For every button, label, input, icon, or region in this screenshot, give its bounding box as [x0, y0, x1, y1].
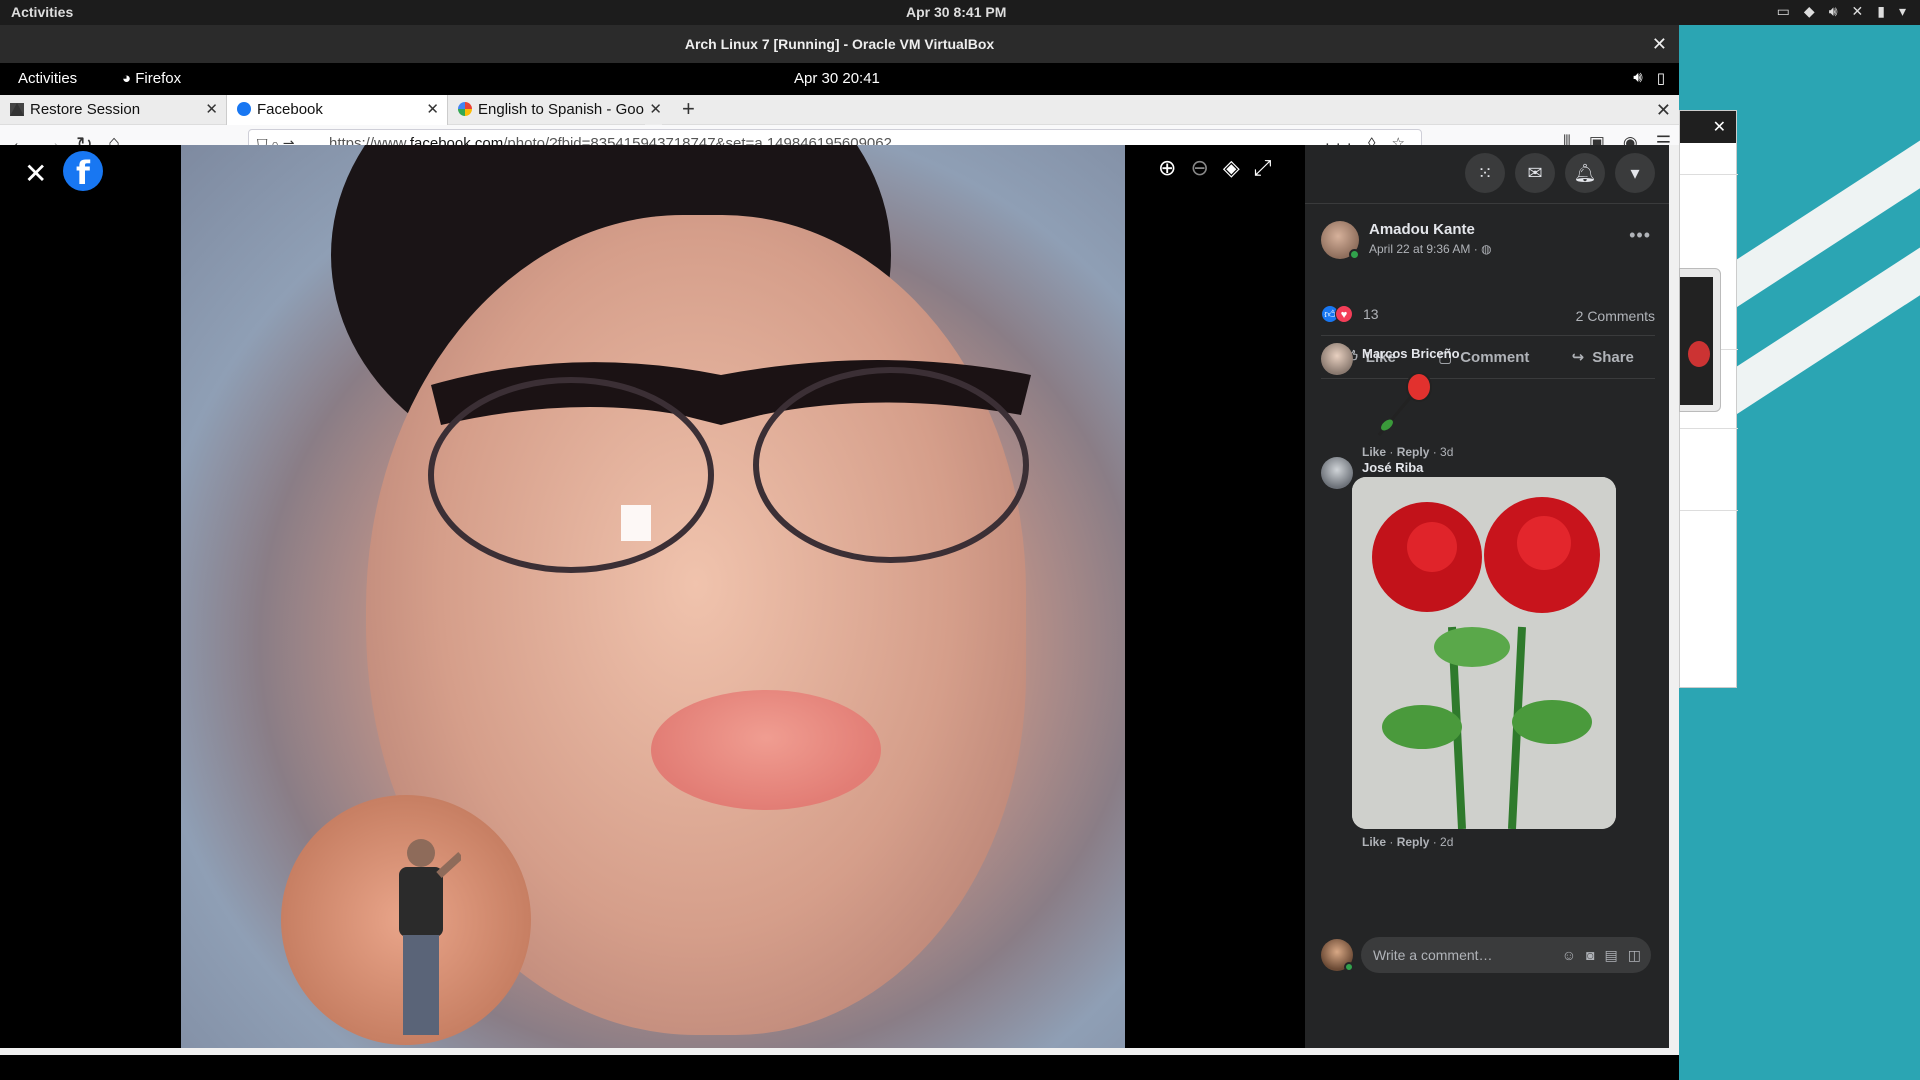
comment-meta: Like · Reply · 2d	[1362, 835, 1454, 849]
comment-count-link[interactable]: 2 Comments	[1576, 308, 1655, 324]
facebook-logo-icon[interactable]: f	[63, 151, 103, 192]
comment-reply-link[interactable]: Reply	[1397, 835, 1430, 849]
comment-input[interactable]: Write a comment… ☺ ◙ ▤ ◫	[1361, 937, 1651, 973]
close-icon[interactable]: ✕	[1713, 119, 1726, 136]
reaction-count: 13	[1363, 306, 1379, 322]
online-status-icon	[1349, 249, 1360, 260]
vbox-title: Arch Linux 7 [Running] - Oracle VM Virtu…	[684, 36, 995, 52]
sticker-icon[interactable]: ◫	[1628, 937, 1641, 973]
host-top-bar: Activities Apr 30 8:41 PM ▭ ◆ 🔊︎ ✕ ▮ ▾	[0, 0, 1920, 25]
host-system-tray[interactable]: ▭ ◆ 🔊︎ ✕ ▮ ▾	[1777, 3, 1906, 20]
post-side-panel: ⁙ ✉ 🔔︎ ▾ Amadou Kante April 22 at 9:36 A…	[1305, 145, 1669, 1048]
guest-activities-button[interactable]: Activities	[18, 70, 77, 87]
photo-person-overlay	[399, 839, 461, 1035]
online-status-icon	[1344, 962, 1354, 972]
vertical-scrollbar[interactable]	[1669, 145, 1679, 1048]
close-tab-icon[interactable]: ✕	[645, 95, 662, 125]
fullscreen-icon[interactable]: ⤢	[1254, 155, 1272, 181]
comment-author[interactable]: Marcos Briceño	[1362, 346, 1460, 361]
tab-label: Restore Session	[30, 101, 141, 118]
camera-icon[interactable]: ◙	[1586, 937, 1594, 973]
background-window-thumbnail	[1679, 268, 1721, 412]
warning-icon	[10, 103, 24, 116]
zoom-out-icon[interactable]: ⊖	[1190, 155, 1208, 181]
avatar[interactable]	[1321, 221, 1360, 260]
reaction-summary[interactable]: 👍︎ ♥ 13	[1321, 305, 1379, 323]
menu-arrow-icon: ▾	[1898, 3, 1906, 19]
post-timestamp[interactable]: April 22 at 9:36 AM · ◍	[1369, 242, 1492, 256]
comment-author[interactable]: José Riba	[1362, 460, 1423, 475]
tab-strip: Restore Session ✕ Facebook ✕ English to …	[0, 95, 1679, 125]
post-time-label: April 22 at 9:36 AM ·	[1369, 242, 1482, 256]
wifi-icon: ◆	[1803, 3, 1815, 19]
composer-tools: ☺ ◙ ▤ ◫	[1562, 937, 1641, 973]
photo-toolbar: ⊕ ⊖ ◈ ⤢	[1158, 155, 1271, 181]
divider	[1305, 203, 1669, 204]
rose-sticker	[1377, 373, 1432, 436]
notifications-icon[interactable]: 🔔︎	[1565, 153, 1605, 193]
love-reaction-icon: ♥	[1335, 305, 1353, 323]
battery-icon: ▯	[1656, 70, 1665, 87]
google-icon	[458, 102, 472, 116]
account-dropdown-icon[interactable]: ▾	[1615, 153, 1655, 193]
comment-time[interactable]: 2d	[1440, 835, 1453, 849]
guest-app-menu[interactable]: ◕ Firefox	[122, 70, 181, 87]
globe-icon: ◍	[1481, 242, 1492, 256]
tag-icon[interactable]: ◈	[1223, 155, 1240, 181]
messenger-icon[interactable]: ✉	[1515, 153, 1555, 193]
avatar[interactable]	[1321, 939, 1354, 972]
avatar[interactable]	[1321, 457, 1353, 489]
close-tab-icon[interactable]: ✕	[426, 95, 439, 125]
battery-icon: ▮	[1877, 3, 1885, 19]
vbox-titlebar: Arch Linux 7 [Running] - Oracle VM Virtu…	[0, 25, 1679, 63]
facebook-photo-viewer: ✕ f ⊕ ⊖ ◈ ⤢ ⁙ ✉ 🔔︎ ▾ Amadou Kante April …	[0, 145, 1669, 1048]
photo[interactable]	[181, 145, 1125, 1048]
guest-clock[interactable]: Apr 30 20:41	[794, 70, 880, 87]
host-activities-button[interactable]: Activities	[11, 4, 73, 20]
comment-item: Marcos Briceño Like · Reply · 3d	[1321, 343, 1655, 459]
close-icon[interactable]: ✕	[24, 157, 47, 190]
close-window-icon[interactable]: ✕	[1656, 95, 1671, 125]
mic-muted-icon: ✕	[1851, 3, 1864, 19]
comment-like-link[interactable]: Like	[1362, 835, 1386, 849]
post-options-button[interactable]: •••	[1629, 225, 1651, 246]
comment-input-placeholder: Write a comment…	[1373, 947, 1493, 963]
tab-translate[interactable]: English to Spanish - Goo ✕	[448, 95, 670, 125]
header-icons: ⁙ ✉ 🔔︎ ▾	[1465, 153, 1655, 193]
horizontal-scrollbar[interactable]	[0, 1048, 1679, 1055]
comment-composer: Write a comment… ☺ ◙ ▤ ◫	[1321, 937, 1655, 975]
firefox-icon: ◕	[122, 70, 136, 87]
menu-grid-icon[interactable]: ⁙	[1465, 153, 1505, 193]
zoom-in-icon[interactable]: ⊕	[1158, 155, 1176, 181]
guest-top-bar: Activities ◕ Firefox Apr 30 20:41 🔊︎ ▯	[0, 63, 1679, 95]
host-clock[interactable]: Apr 30 8:41 PM	[906, 4, 1006, 20]
avatar[interactable]	[1321, 343, 1353, 375]
photo-glasses	[428, 360, 1031, 573]
tab-facebook[interactable]: Facebook ✕	[226, 95, 448, 125]
tab-restore-session[interactable]: Restore Session ✕	[0, 95, 226, 125]
comment-image-roses[interactable]	[1352, 477, 1616, 829]
emoji-icon[interactable]: ☺	[1562, 937, 1576, 973]
guest-app-label: Firefox	[135, 70, 182, 87]
photo-lips	[651, 690, 881, 810]
guest-tray[interactable]: 🔊︎ ▯	[1633, 69, 1665, 87]
tab-label: English to Spanish - Goo	[478, 101, 644, 118]
post-author[interactable]: Amadou Kante	[1369, 221, 1475, 238]
volume-icon: 🔊︎	[1828, 3, 1838, 19]
gif-icon[interactable]: ▤	[1605, 937, 1618, 973]
volume-icon: 🔊︎	[1633, 69, 1643, 86]
tab-label: Facebook	[257, 101, 323, 118]
roses-graphic	[1352, 477, 1616, 829]
close-tab-icon[interactable]: ✕	[205, 95, 218, 125]
close-icon[interactable]: ✕	[1652, 25, 1667, 63]
facebook-icon	[237, 102, 251, 116]
new-tab-button[interactable]: +	[682, 95, 695, 123]
comment-item: José Riba Like · Reply · 2d	[1321, 457, 1655, 937]
display-icon: ▭	[1776, 3, 1790, 19]
